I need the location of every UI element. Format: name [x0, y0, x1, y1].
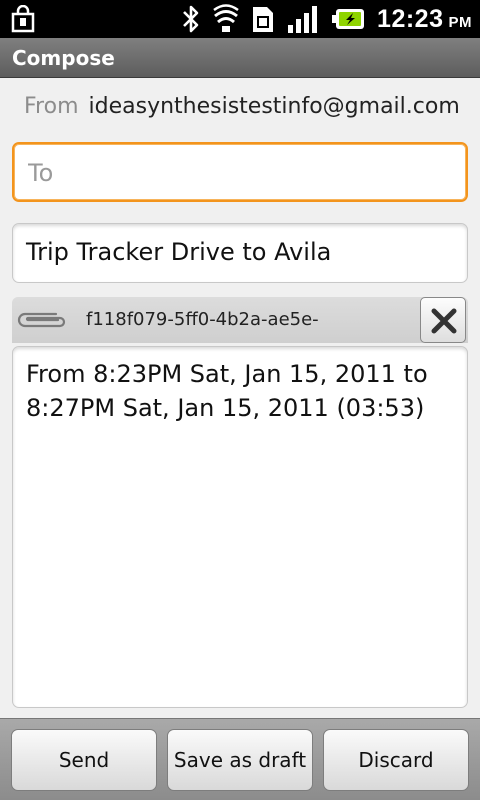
- save-draft-button[interactable]: Save as draft: [167, 729, 313, 791]
- to-field[interactable]: [12, 142, 468, 202]
- to-input[interactable]: [28, 155, 448, 191]
- attachment-name: f118f079-5ff0-4b2a-ae5e-: [86, 309, 319, 330]
- clock: 12:23 PM: [377, 4, 472, 33]
- bluetooth-icon: [183, 5, 199, 33]
- action-bar: Send Save as draft Discard: [0, 718, 480, 800]
- signal-icon: [288, 6, 318, 33]
- page-title: Compose: [12, 46, 115, 70]
- message-body-field[interactable]: From 8:23PM Sat, Jan 15, 2011 to 8:27PM …: [12, 346, 468, 708]
- message-body-text: From 8:23PM Sat, Jan 15, 2011 to 8:27PM …: [26, 360, 428, 422]
- sim-icon: [253, 7, 274, 32]
- discard-button[interactable]: Discard: [323, 729, 469, 791]
- paperclip-icon: [17, 312, 66, 328]
- status-bar: 12:23 PM: [0, 0, 480, 38]
- shopping-bag-icon: [11, 5, 35, 33]
- attachment-bar: f118f079-5ff0-4b2a-ae5e-: [12, 297, 468, 343]
- send-button[interactable]: Send: [11, 729, 157, 791]
- wifi-icon: [213, 4, 239, 32]
- from-row: From ideasynthesistestinfo@gmail.com: [24, 94, 460, 119]
- subject-text: Trip Tracker Drive to Avila: [26, 238, 332, 266]
- close-icon: [431, 308, 457, 334]
- subject-field[interactable]: Trip Tracker Drive to Avila: [12, 223, 468, 283]
- compose-form: From ideasynthesistestinfo@gmail.com Trip…: [0, 78, 480, 718]
- battery-charging-icon: [332, 9, 365, 29]
- title-bar: Compose: [0, 38, 480, 78]
- from-label: From: [24, 94, 79, 119]
- remove-attachment-button[interactable]: [420, 297, 466, 343]
- from-address: ideasynthesistestinfo@gmail.com: [88, 94, 460, 119]
